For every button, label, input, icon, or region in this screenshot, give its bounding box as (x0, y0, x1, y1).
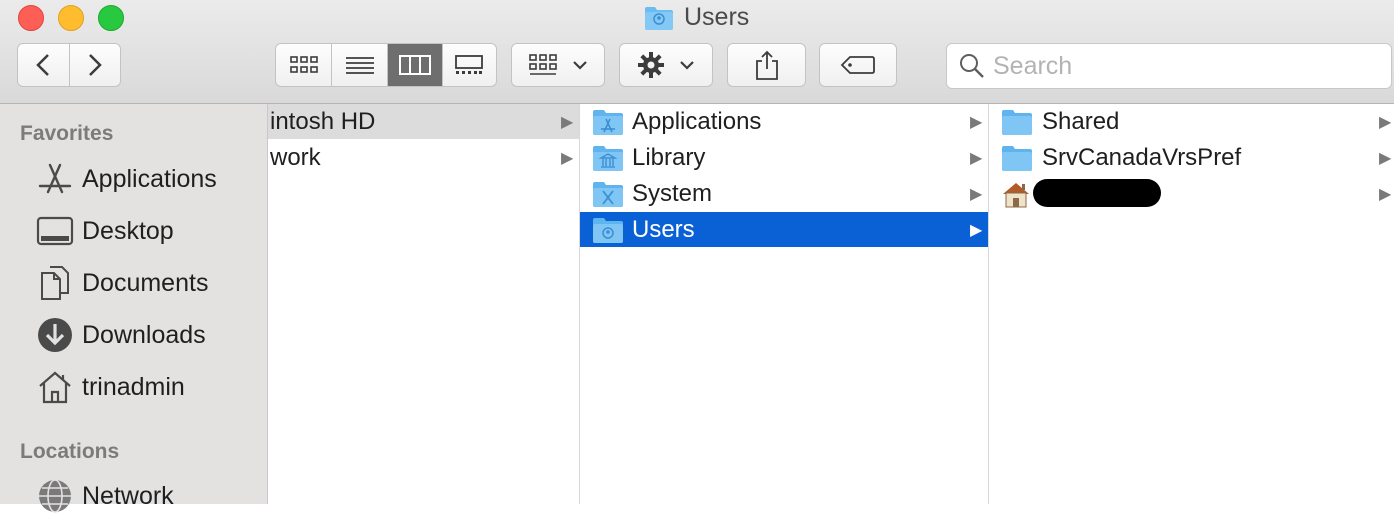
list-lines-icon (345, 57, 374, 74)
close-window-button[interactable] (18, 5, 44, 31)
sidebar-item-label: Documents (82, 268, 209, 297)
sidebar-item-trinadmin[interactable]: trinadmin (36, 367, 185, 407)
sidebar-item-label: Applications (82, 164, 217, 193)
group-by-button[interactable] (511, 43, 605, 87)
column-view-button[interactable] (388, 44, 443, 86)
browser-column-2: Applications ▶ Library ▶ System ▶ Users … (580, 104, 989, 504)
library-folder-icon (593, 145, 623, 171)
disclosure-arrow-icon: ▶ (1379, 185, 1392, 203)
column-row-users[interactable]: Users ▶ (580, 212, 988, 247)
browser-column-3: Shared ▶ SrvCanadaVrsPref ▶ ▶ (989, 104, 1394, 504)
documents-icon (36, 264, 74, 302)
sidebar-item-applications[interactable]: Applications (36, 159, 217, 199)
users-folder-icon (593, 217, 623, 243)
row-label: System (632, 179, 713, 207)
desktop-icon (36, 212, 74, 250)
action-menu-button[interactable] (619, 43, 713, 87)
applications-folder-icon (593, 109, 623, 135)
view-mode-control (275, 43, 497, 87)
chevron-left-icon (36, 54, 50, 76)
window-title: Users (644, 3, 749, 32)
column-row-library[interactable]: Library ▶ (580, 140, 988, 175)
column-row-macintosh-hd[interactable]: intosh HD ▶ (268, 104, 579, 139)
sidebar-item-label: Downloads (82, 320, 206, 349)
applications-icon (36, 160, 74, 198)
folder-icon (1002, 109, 1032, 135)
gallery-icon (455, 55, 484, 74)
disclosure-arrow-icon: ▶ (561, 113, 574, 131)
disclosure-arrow-icon: ▶ (561, 149, 574, 167)
row-label: intosh HD (270, 107, 376, 135)
forward-button[interactable] (70, 44, 121, 86)
sidebar: Favorites Applications Desktop Documents… (0, 104, 268, 513)
disclosure-arrow-icon: ▶ (970, 221, 983, 239)
minimize-window-button[interactable] (58, 5, 84, 31)
search-input[interactable] (991, 50, 1375, 82)
zoom-window-button[interactable] (98, 5, 124, 31)
browser-column-1: intosh HD ▶ work ▶ (268, 104, 580, 504)
row-label: Library (632, 143, 706, 171)
sidebar-item-label: Network (82, 481, 174, 510)
search-icon (960, 54, 984, 78)
edit-tags-button[interactable] (819, 43, 897, 87)
gallery-view-button[interactable] (443, 44, 496, 86)
gear-icon (638, 52, 664, 78)
disclosure-arrow-icon: ▶ (1379, 113, 1392, 131)
sidebar-item-label: Desktop (82, 216, 174, 245)
sidebar-item-documents[interactable]: Documents (36, 263, 208, 303)
sidebar-item-downloads[interactable]: Downloads (36, 315, 206, 355)
column-row-network[interactable]: work ▶ (268, 140, 579, 175)
row-label: Applications (632, 107, 762, 135)
sidebar-item-network[interactable]: Network (36, 476, 174, 516)
chevron-right-icon (88, 54, 102, 76)
column-row-system[interactable]: System ▶ (580, 176, 988, 211)
network-icon (36, 477, 74, 515)
sidebar-item-label: trinadmin (82, 372, 185, 401)
row-label: SrvCanadaVrsPref (1042, 143, 1242, 171)
disclosure-arrow-icon: ▶ (1379, 149, 1392, 167)
column-row-shared[interactable]: Shared ▶ (989, 104, 1394, 139)
list-view-button[interactable] (332, 44, 389, 86)
window-title-text: Users (684, 3, 750, 31)
locations-header: Locations (20, 440, 120, 463)
group-grid-icon (529, 54, 557, 75)
tag-icon (840, 56, 875, 74)
chevron-down-icon (680, 61, 694, 70)
home-icon (36, 368, 74, 406)
users-folder-icon (645, 6, 673, 30)
folder-icon (1002, 145, 1032, 171)
icon-view-button[interactable] (276, 44, 333, 86)
back-button[interactable] (18, 44, 70, 86)
window-toolbar: Users (0, 0, 1394, 104)
row-label: Users (632, 215, 695, 243)
column-row-srvcanadavrspref[interactable]: SrvCanadaVrsPref ▶ (989, 140, 1394, 175)
disclosure-arrow-icon: ▶ (970, 149, 983, 167)
column-row-user-home[interactable]: ▶ (989, 176, 1394, 211)
row-label: work (270, 143, 321, 171)
column-row-applications[interactable]: Applications ▶ (580, 104, 988, 139)
home-icon (1003, 182, 1029, 207)
search-field[interactable] (946, 43, 1392, 89)
share-icon (755, 50, 778, 80)
row-label: Shared (1042, 107, 1120, 135)
chevron-down-icon (573, 61, 587, 70)
columns-icon (399, 55, 432, 75)
disclosure-arrow-icon: ▶ (970, 185, 983, 203)
sidebar-item-desktop[interactable]: Desktop (36, 211, 174, 251)
favorites-header: Favorites (20, 122, 114, 145)
system-folder-icon (593, 181, 623, 207)
share-button[interactable] (727, 43, 806, 87)
downloads-icon (36, 316, 74, 354)
navigation-buttons (17, 43, 121, 87)
icon-grid-icon (289, 56, 318, 73)
redacted-username (1033, 179, 1161, 207)
disclosure-arrow-icon: ▶ (970, 113, 983, 131)
